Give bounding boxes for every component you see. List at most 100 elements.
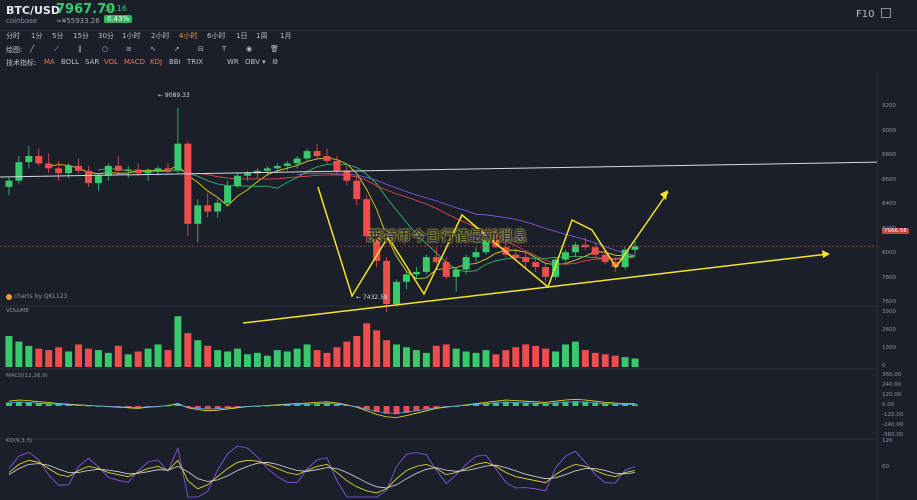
volume-bar <box>243 354 251 367</box>
gear-icon[interactable]: ⚙ <box>272 58 278 66</box>
macd-axis-label: -240.00 <box>882 422 904 428</box>
circle-tool-icon[interactable]: ○ <box>102 45 110 53</box>
eye-icon[interactable]: ◉ <box>246 45 254 53</box>
volume-bar <box>194 340 202 367</box>
volume-axis-label: 1300 <box>882 345 896 351</box>
volume-bar <box>104 352 112 367</box>
volume-bar <box>323 352 331 367</box>
price-chart[interactable] <box>0 72 917 500</box>
wave-tool-icon[interactable]: ∿ <box>150 45 158 53</box>
macd-axis-label: 120.00 <box>882 392 902 398</box>
candle-body <box>532 262 540 267</box>
candle-body <box>323 156 331 161</box>
timeframe-tab-1[interactable]: 1分 <box>31 31 42 41</box>
volume-bar <box>581 350 589 367</box>
indicator-bar: 技术指标: MA BOLL SAR VOL MACD KDJ BBI TRIX WR OBV ▾ ⚙ <box>0 58 917 70</box>
ticker-header: BTC/USD coinbase 7967.70 ≈¥55933.26 34.1… <box>0 0 917 31</box>
candle-body <box>154 168 162 171</box>
indicator-4[interactable]: MACD <box>124 58 145 66</box>
fullscreen-icon[interactable] <box>881 8 891 18</box>
macd-axis-label: 0.00 <box>882 402 895 408</box>
candle-body <box>104 165 112 176</box>
text-tool-icon[interactable]: T <box>222 45 230 53</box>
volume-bar <box>492 354 500 367</box>
channel-tool-icon[interactable]: ⊟ <box>198 45 206 53</box>
timeframe-tab-8[interactable]: 6小时 <box>207 31 225 41</box>
volume-bar <box>134 351 142 367</box>
indicator-7[interactable]: TRIX <box>187 58 203 66</box>
indicator-2[interactable]: SAR <box>85 58 99 66</box>
symbol-label[interactable]: BTC/USD <box>6 4 60 17</box>
volume-bar <box>472 352 480 367</box>
candle-body <box>25 156 33 163</box>
candle-body <box>313 151 321 156</box>
price-axis-label: 7800 <box>882 274 896 281</box>
candle-body <box>184 143 192 224</box>
low-price-label: ← 7432.58 <box>356 294 388 301</box>
macd-axis-label: -120.00 <box>882 412 904 418</box>
price-axis-label: 9000 <box>882 127 896 134</box>
f10-button[interactable]: F10 <box>856 9 874 20</box>
overlay-title: 莱特币今日行情最新消息 <box>368 229 528 245</box>
macd-axis-label: 240.00 <box>882 382 902 388</box>
timeframe-tab-3[interactable]: 15分 <box>73 31 89 41</box>
candle-body <box>273 165 281 169</box>
fib-tool-icon[interactable]: ≡ <box>126 45 134 53</box>
volume-bar <box>561 344 569 367</box>
indicator-9[interactable]: OBV ▾ <box>245 58 266 66</box>
indicator-3[interactable]: VOL <box>104 58 118 66</box>
parallel-tool-icon[interactable]: ∥ <box>78 45 86 53</box>
timeframe-tab-5[interactable]: 1小时 <box>122 31 140 41</box>
volume-bar <box>432 345 440 367</box>
volume-bar <box>412 350 420 367</box>
timeframe-tab-0[interactable]: 分时 <box>6 31 20 41</box>
candle-body <box>15 162 23 181</box>
kd-axis-label: 120 <box>882 438 893 444</box>
volume-axis-label: 2600 <box>882 327 896 333</box>
candle-body <box>84 170 92 184</box>
candle-body <box>35 156 43 164</box>
candle-body <box>353 180 361 200</box>
candle-body <box>442 262 450 277</box>
trash-icon[interactable]: 🗑 <box>270 45 279 53</box>
volume-bar <box>65 351 73 367</box>
timeframe-tab-11[interactable]: 1月 <box>280 31 291 41</box>
candle-body <box>631 246 639 250</box>
volume-axis-label: 0 <box>882 363 886 369</box>
volume-bar <box>15 341 23 367</box>
volume-bar <box>164 350 172 367</box>
candle-body <box>263 168 271 171</box>
timeframe-tab-7[interactable]: 4小时 <box>179 31 197 41</box>
timeframe-tab-6[interactable]: 2小时 <box>151 31 169 41</box>
candle-body <box>194 205 202 224</box>
candle-body <box>601 254 609 263</box>
volume-bar <box>442 344 450 367</box>
arrow-tool-icon[interactable]: ➚ <box>174 45 182 53</box>
candle-body <box>45 163 53 169</box>
candle-body <box>343 170 351 181</box>
ray-tool-icon[interactable]: ⟋ <box>54 45 62 53</box>
candle-body <box>393 281 401 304</box>
timeframe-bar: 分时 1分 5分 15分 30分 1小时 2小时 4小时 6小时 1日 1周 1月 <box>0 31 917 43</box>
volume-bar <box>234 348 242 367</box>
volume-bar <box>343 341 351 367</box>
indicator-6[interactable]: BBI <box>169 58 181 66</box>
candle-body <box>164 168 172 171</box>
indicator-0[interactable]: MA <box>44 58 55 66</box>
timeframe-tab-10[interactable]: 1周 <box>256 31 267 41</box>
timeframe-tab-2[interactable]: 5分 <box>52 31 63 41</box>
indicator-5[interactable]: KDJ <box>150 58 162 66</box>
candle-body <box>452 269 460 277</box>
macd-panel-title: MACD(12,26,9) <box>6 373 48 379</box>
indicator-1[interactable]: BOLL <box>61 58 79 66</box>
line-tool-icon[interactable]: ╱ <box>30 45 38 53</box>
timeframe-tab-9[interactable]: 1日 <box>236 31 247 41</box>
high-price-label: ← 9089.33 <box>158 92 190 99</box>
timeframe-tab-4[interactable]: 30分 <box>98 31 114 41</box>
volume-bar <box>542 348 550 367</box>
candle-body <box>422 257 430 272</box>
volume-bar <box>273 350 281 367</box>
indicator-8[interactable]: WR <box>227 58 239 66</box>
volume-bar <box>512 347 520 367</box>
volume-bar <box>621 357 629 367</box>
